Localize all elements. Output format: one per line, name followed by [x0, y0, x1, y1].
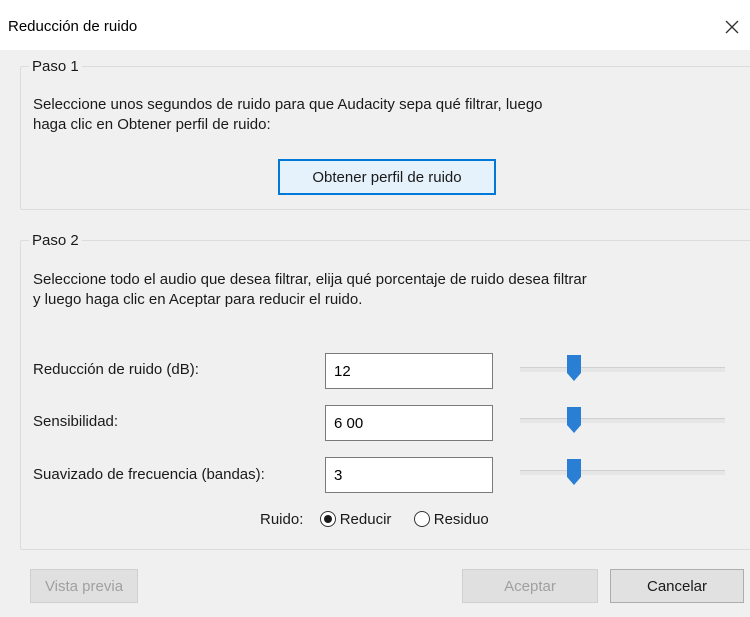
radio-residue[interactable]: Residuo — [413, 511, 489, 528]
ok-button[interactable]: Aceptar — [462, 569, 598, 603]
radio-residue-indicator[interactable] — [413, 511, 430, 527]
noise-reduction-slider-track[interactable] — [520, 367, 725, 372]
get-noise-profile-button[interactable]: Obtener perfil de ruido — [278, 159, 496, 195]
frequency-smoothing-slider-track[interactable] — [520, 470, 725, 475]
close-icon — [725, 20, 739, 34]
radio-reduce[interactable]: Reducir — [319, 511, 396, 528]
cancel-button[interactable]: Cancelar — [610, 569, 744, 603]
noise-reduction-slider-thumb[interactable] — [567, 355, 581, 381]
radio-reduce-indicator[interactable] — [319, 511, 336, 527]
step1-legend: Paso 1 — [32, 58, 79, 75]
preview-button[interactable]: Vista previa — [30, 569, 138, 603]
step1-desc-line1: Seleccione unos segundos de ruido para q… — [33, 96, 543, 113]
noise-reduction-label: Reducción de ruido (dB): — [33, 361, 199, 378]
radio-reduce-label: Reducir — [339, 511, 392, 528]
window-title: Reducción de ruido — [8, 18, 138, 35]
sensitivity-label: Sensibilidad: — [33, 413, 119, 430]
step2-desc-line2: y luego haga clic en Aceptar para reduci… — [33, 291, 363, 308]
frequency-smoothing-input[interactable] — [325, 457, 493, 493]
frequency-smoothing-slider-thumb[interactable] — [567, 459, 581, 485]
noise-mode-label: Ruido: — [260, 511, 304, 528]
sensitivity-slider-thumb[interactable] — [567, 407, 581, 433]
noise-mode-radio-group: Ruido: Reducir Residuo — [260, 511, 489, 528]
noise-reduction-dialog: Reducción de ruido Paso 1 Seleccione uno… — [0, 0, 750, 617]
step1-desc-line2: haga clic en Obtener perfil de ruido: — [33, 116, 271, 133]
sensitivity-slider-track[interactable] — [520, 418, 725, 423]
title-bar: Reducción de ruido — [0, 0, 750, 50]
step2-description: Seleccione todo el audio que desea filtr… — [33, 270, 587, 310]
frequency-smoothing-label: Suavizado de frecuencia (bandas): — [33, 466, 265, 483]
sensitivity-input[interactable] — [325, 405, 493, 441]
step1-description: Seleccione unos segundos de ruido para q… — [33, 95, 543, 135]
step2-legend: Paso 2 — [32, 232, 79, 249]
close-button[interactable] — [714, 12, 750, 42]
step2-desc-line1: Seleccione todo el audio que desea filtr… — [33, 271, 587, 288]
noise-reduction-input[interactable] — [325, 353, 493, 389]
radio-residue-label: Residuo — [433, 511, 489, 528]
